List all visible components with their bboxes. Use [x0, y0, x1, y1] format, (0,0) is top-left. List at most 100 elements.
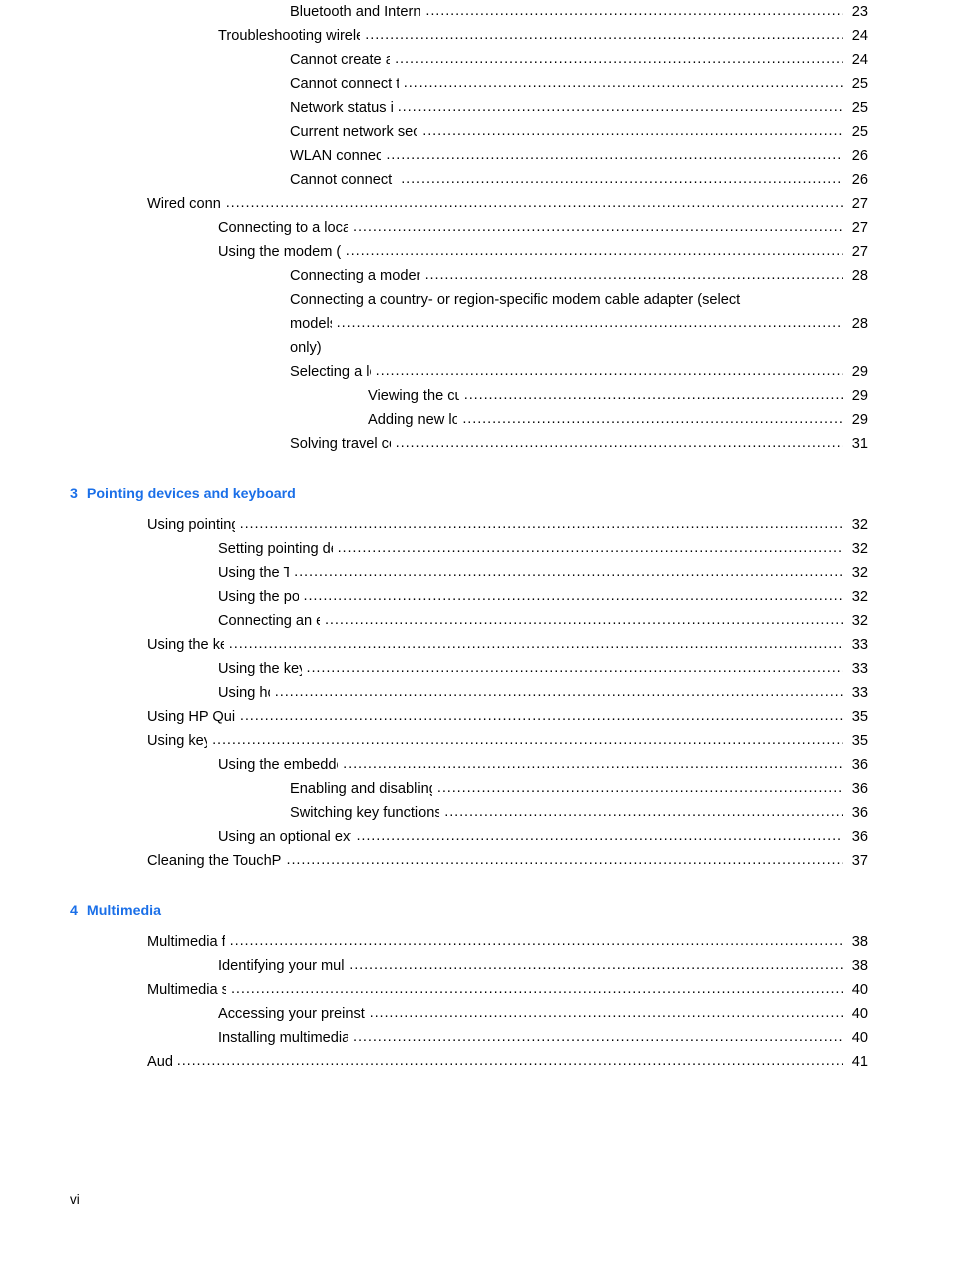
toc-entry[interactable]: Using the modem (select models only)....…: [0, 240, 954, 264]
toc-entry[interactable]: Accessing your preinstalled multimedia s…: [0, 1002, 954, 1026]
toc-entry[interactable]: Connecting an external mouse............…: [0, 609, 954, 633]
toc-entry-page-number: 31: [851, 436, 868, 452]
toc-entry[interactable]: WLAN connection is very weak............…: [0, 144, 954, 168]
toc-entry-page-number: 35: [851, 733, 868, 749]
chapter-spacer: [0, 873, 954, 900]
toc-entry[interactable]: Cannot connect to the wireless router...…: [0, 168, 954, 192]
toc-entry-page-number: 26: [851, 172, 868, 188]
toc-entry[interactable]: Network status icon is not displayed....…: [0, 96, 954, 120]
toc-page: Bluetooth and Internet Connection Sharin…: [0, 0, 954, 1270]
dot-leader: ........................................…: [274, 684, 843, 700]
toc-entry[interactable]: Switching key functions on the embedded …: [0, 801, 954, 825]
toc-entry-page-number: 25: [851, 124, 868, 140]
toc-entry-page-number: 28: [851, 268, 868, 284]
dot-leader: ........................................…: [395, 51, 843, 67]
toc-entry-label: Using pointing devices: [147, 517, 235, 533]
toc-entry-page-number: 27: [851, 196, 868, 212]
toc-entry[interactable]: Connecting a modem cable (select models …: [0, 264, 954, 288]
toc-entry[interactable]: Current network security codes are unava…: [0, 120, 954, 144]
toc-entry[interactable]: Identifying your multimedia components..…: [0, 954, 954, 978]
dot-leader: ........................................…: [228, 636, 843, 652]
toc-entry-page-number: 25: [851, 100, 868, 116]
toc-entry-page-number: 33: [851, 637, 868, 653]
chapter-heading[interactable]: 3 Pointing devices and keyboard: [0, 483, 954, 505]
dot-leader: ........................................…: [306, 660, 843, 676]
toc-entry-label: Selecting a location setting: [290, 364, 371, 380]
toc-entry[interactable]: Adding new locations when traveling.....…: [0, 408, 954, 432]
toc-entry[interactable]: Using an optional external numeric keypa…: [0, 825, 954, 849]
toc-entry[interactable]: Viewing the current location selection..…: [0, 384, 954, 408]
toc-entry-label: Troubleshooting wireless connection prob…: [218, 28, 361, 44]
toc-entry[interactable]: Using keypads...........................…: [0, 729, 954, 753]
toc-entry-page-number: 38: [851, 934, 868, 950]
toc-entry-page-number: 28: [851, 316, 868, 332]
toc-entry[interactable]: Cleaning the TouchPad and keyboard......…: [0, 849, 954, 873]
toc-entry-label: Switching key functions on the embedded …: [290, 805, 440, 821]
toc-entry[interactable]: Connecting to a local area network (LAN)…: [0, 216, 954, 240]
toc-entry-page-number: 36: [851, 805, 868, 821]
dot-leader: ........................................…: [422, 123, 843, 139]
toc-entry[interactable]: Using hotkeys...........................…: [0, 681, 954, 705]
toc-entry-label: Multimedia features: [147, 934, 225, 950]
chapter-number: 4: [70, 903, 78, 919]
toc-entry-page-number: 29: [851, 388, 868, 404]
toc-entry-label: WLAN connection is very weak: [290, 148, 382, 164]
toc-entry-page-number: 32: [851, 517, 868, 533]
toc-entry[interactable]: Using HP QuickLook 3....................…: [0, 705, 954, 729]
toc-entry[interactable]: Connecting a country- or region-specific…: [0, 288, 954, 360]
toc-entry-label: Using the modem (select models only): [218, 244, 341, 260]
toc-entry-label: Cannot connect to the wireless router: [290, 172, 396, 188]
dot-leader: ........................................…: [229, 933, 843, 949]
toc-entry[interactable]: Using the keyboard......................…: [0, 633, 954, 657]
toc-entry[interactable]: Multimedia software.....................…: [0, 978, 954, 1002]
dot-leader: ........................................…: [353, 1029, 843, 1045]
toc-entry-page-number: 29: [851, 412, 868, 428]
toc-entry-label: Solving travel connection problems: [290, 436, 391, 452]
toc-entry-page-number: 38: [851, 958, 868, 974]
dot-leader: ........................................…: [353, 219, 843, 235]
toc-entry[interactable]: Bluetooth and Internet Connection Sharin…: [0, 0, 954, 24]
toc-entry[interactable]: Using the TouchPad......................…: [0, 561, 954, 585]
toc-entry[interactable]: Solving travel connection problems......…: [0, 432, 954, 456]
toc-entry-page-number: 35: [851, 709, 868, 725]
toc-entry-label: Viewing the current location selection: [368, 388, 459, 404]
toc-entry[interactable]: Audio...................................…: [0, 1050, 954, 1074]
toc-entry-label: Multimedia software: [147, 982, 226, 998]
toc-entry[interactable]: Using the keyboard light................…: [0, 657, 954, 681]
toc-entry[interactable]: Using the pointing stick................…: [0, 585, 954, 609]
toc-entry-page-number: 32: [851, 589, 868, 605]
toc-entry-page-number: 33: [851, 685, 868, 701]
dot-leader: ........................................…: [230, 981, 843, 997]
dot-leader: ........................................…: [424, 267, 843, 283]
toc-entry[interactable]: Multimedia features.....................…: [0, 930, 954, 954]
toc-entry-label: Installing multimedia software from a di…: [218, 1030, 348, 1046]
toc-entry-label: Using the embedded numeric keypad: [218, 757, 338, 773]
dot-leader: ........................................…: [369, 1005, 843, 1021]
toc-entry-page-number: 40: [851, 1030, 868, 1046]
toc-entry[interactable]: Troubleshooting wireless connection prob…: [0, 24, 954, 48]
toc-entry[interactable]: Using pointing devices..................…: [0, 513, 954, 537]
toc-entry-page-number: 40: [851, 1006, 868, 1022]
chapter-heading[interactable]: 4 Multimedia: [0, 900, 954, 922]
dot-leader: ........................................…: [386, 147, 843, 163]
toc-entry[interactable]: Cannot connect to a preferred network...…: [0, 72, 954, 96]
toc-entry[interactable]: Selecting a location setting............…: [0, 360, 954, 384]
toc-entry[interactable]: Using the embedded numeric keypad.......…: [0, 753, 954, 777]
toc-entry-label: Enabling and disabling the embedded nume…: [290, 781, 432, 797]
toc-entry-page-number: 33: [851, 661, 868, 677]
toc-entry-label: Using the keyboard: [147, 637, 224, 653]
toc-entry[interactable]: Setting pointing device preferences.....…: [0, 537, 954, 561]
toc-entry-page-number: 37: [851, 853, 868, 869]
toc-entry[interactable]: Wired connections.......................…: [0, 192, 954, 216]
toc-entry-label: Cannot create a WLAN connection: [290, 52, 391, 68]
toc-entry[interactable]: Installing multimedia software from a di…: [0, 1026, 954, 1050]
toc-entry-page-number: 40: [851, 982, 868, 998]
dot-leader: ........................................…: [365, 27, 843, 43]
chapter-spacer: [0, 456, 954, 483]
dot-leader: ........................................…: [176, 1053, 843, 1069]
toc-entry-continuation: models only)............................…: [290, 312, 868, 360]
dot-leader: ........................................…: [356, 828, 843, 844]
toc-entry[interactable]: Cannot create a WLAN connection.........…: [0, 48, 954, 72]
toc-entry[interactable]: Enabling and disabling the embedded nume…: [0, 777, 954, 801]
toc-entry-label: Network status icon is not displayed: [290, 100, 393, 116]
